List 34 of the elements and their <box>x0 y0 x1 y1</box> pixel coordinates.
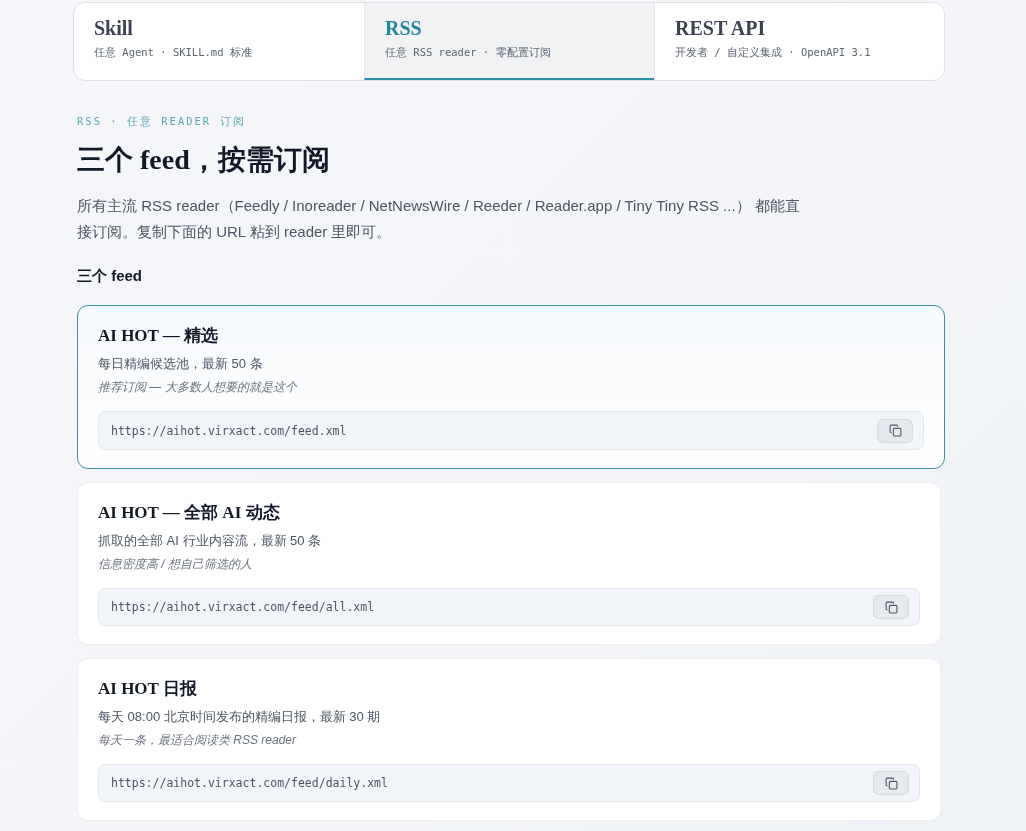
tab-subtitle: 任意 Agent · SKILL.md 标准 <box>94 46 253 60</box>
url-field[interactable]: https://aihot.virxact.com/feed/all.xml <box>98 588 920 626</box>
url-field[interactable]: https://aihot.virxact.com/feed.xml <box>98 411 924 450</box>
copy-button[interactable] <box>873 771 909 795</box>
copy-button[interactable] <box>877 418 913 443</box>
copy-icon <box>884 600 898 614</box>
section-heading: 三个 feed，按需订阅 <box>77 143 330 177</box>
feed-url: https://aihot.virxact.com/feed/all.xml <box>111 600 375 614</box>
copy-button[interactable] <box>873 595 909 619</box>
feed-note: 信息密度高 / 想自己筛选的人 <box>98 556 252 573</box>
tab[interactable]: RSS 任意 RSS reader · 零配置订阅 <box>364 3 654 80</box>
feed-title: AI HOT 日报 <box>98 678 197 700</box>
feed-title: AI HOT — 精选 <box>98 325 219 347</box>
feed-note: 每天一条，最适合阅读类 RSS reader <box>98 732 297 749</box>
list-heading: 三个 feed <box>77 267 142 286</box>
url-field[interactable]: https://aihot.virxact.com/feed/daily.xml <box>98 764 920 802</box>
copy-icon <box>888 424 902 437</box>
tab[interactable]: Skill 任意 Agent · SKILL.md 标准 <box>74 3 364 80</box>
section-eyebrow: RSS · 任意 READER 订阅 <box>77 115 246 129</box>
feed-url: https://aihot.virxact.com/feed/daily.xml <box>111 776 388 790</box>
tab-title: Skill <box>94 17 134 40</box>
feed-note: 推荐订阅 — 大多数人想要的就是这个 <box>98 379 297 396</box>
feed-url: https://aihot.virxact.com/feed.xml <box>111 423 347 438</box>
feed-description: 每日精编候选池，最新 50 条 <box>98 355 263 373</box>
copy-icon <box>884 776 898 790</box>
tab-subtitle: 开发者 / 自定义集成 · OpenAPI 3.1 <box>675 46 872 60</box>
tab-title: RSS <box>385 17 423 40</box>
feed-description: 每天 08:00 北京时间发布的精编日报，最新 30 期 <box>98 708 381 726</box>
tab-subtitle: 任意 RSS reader · 零配置订阅 <box>385 46 552 60</box>
tab-title: REST API <box>675 17 767 40</box>
intro-paragraph: 所有主流 RSS reader（Feedly / Inoreader / NetNewsWire / Reeder / Reader.app / Tiny Tiny RSS ...） 都能直接订阅。复制下面的 URL 粘到 reader 里即可。 <box>77 196 801 242</box>
tab[interactable]: REST API 开发者 / 自定义集成 · OpenAPI 3.1 <box>654 3 944 80</box>
feed-title: AI HOT — 全部 AI 动态 <box>98 502 280 524</box>
feed-description: 抓取的全部 AI 行业内容流，最新 50 条 <box>98 532 322 550</box>
